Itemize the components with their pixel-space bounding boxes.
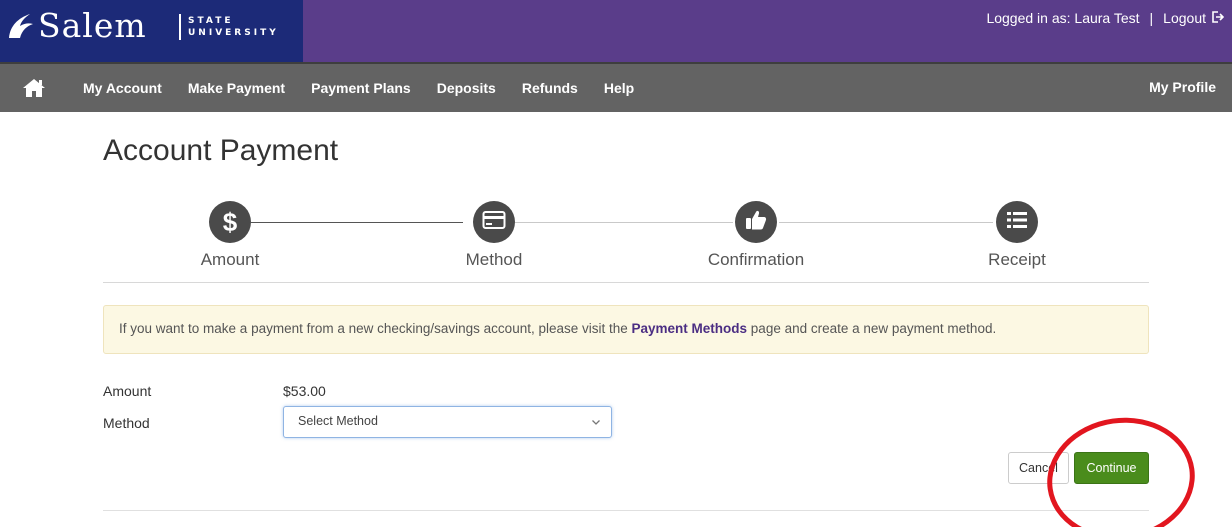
payment-methods-link[interactable]: Payment Methods [632, 321, 748, 336]
logout-icon[interactable] [1212, 10, 1225, 26]
alert-text-before: If you want to make a payment from a new… [119, 321, 632, 336]
logo-name: Salem [38, 6, 147, 45]
thumbs-up-icon [744, 209, 768, 236]
nav-help[interactable]: Help [591, 80, 647, 96]
bottom-divider [103, 510, 1149, 511]
logo-line1: STATE [188, 16, 234, 26]
nav-payment-plans[interactable]: Payment Plans [298, 80, 424, 96]
step-amount-label: Amount [200, 250, 260, 269]
salem-state-logo[interactable]: Salem STATE UNIVERSITY [0, 0, 303, 62]
home-icon[interactable] [22, 77, 46, 99]
step-connector-2 [515, 222, 733, 223]
page-title: Account Payment [103, 134, 339, 167]
method-label: Method [103, 415, 150, 431]
amount-label: Amount [103, 383, 152, 399]
nav-menu: My Account Make Payment Payment Plans De… [83, 64, 647, 112]
nav-refunds[interactable]: Refunds [509, 80, 591, 96]
method-select[interactable]: Select Method [283, 406, 612, 438]
user-area: Logged in as: Laura Test | Logout [986, 10, 1225, 26]
step-amount-circle: $ [209, 201, 251, 243]
continue-button[interactable]: Continue [1074, 452, 1149, 484]
payment-stepper: $ Amount Method Confirmation Receipt [103, 197, 1149, 283]
header-separator: | [1149, 10, 1154, 26]
nav-deposits[interactable]: Deposits [424, 80, 509, 96]
step-confirmation-circle [735, 201, 777, 243]
list-icon [1006, 210, 1028, 235]
credit-card-icon [482, 210, 506, 235]
step-receipt-circle [996, 201, 1038, 243]
logo-line2: UNIVERSITY [188, 28, 279, 38]
step-connector-1 [251, 222, 463, 223]
flame-logo-icon [4, 8, 38, 42]
cancel-button[interactable]: Cancel [1008, 452, 1069, 484]
chevron-down-icon [591, 416, 601, 426]
alert-text-after: page and create a new payment method. [747, 321, 997, 336]
nav-my-account[interactable]: My Account [83, 80, 175, 96]
nav-make-payment[interactable]: Make Payment [175, 80, 298, 96]
top-banner: Salem STATE UNIVERSITY Logged in as: Lau… [0, 0, 1232, 62]
step-receipt-label: Receipt [988, 250, 1046, 269]
logged-in-text: Logged in as: Laura Test [986, 10, 1140, 26]
logo-divider [179, 14, 181, 40]
step-confirmation-label: Confirmation [707, 250, 805, 269]
amount-value: $53.00 [283, 383, 326, 399]
logout-link[interactable]: Logout [1163, 10, 1206, 26]
main-nav: My Account Make Payment Payment Plans De… [0, 62, 1232, 112]
method-selected-value: Select Method [298, 414, 378, 428]
step-connector-3 [779, 222, 993, 223]
step-method-label: Method [465, 250, 523, 269]
info-alert: If you want to make a payment from a new… [103, 305, 1149, 354]
dollar-icon: $ [222, 206, 238, 237]
nav-my-profile[interactable]: My Profile [1149, 79, 1216, 95]
step-method-circle [473, 201, 515, 243]
